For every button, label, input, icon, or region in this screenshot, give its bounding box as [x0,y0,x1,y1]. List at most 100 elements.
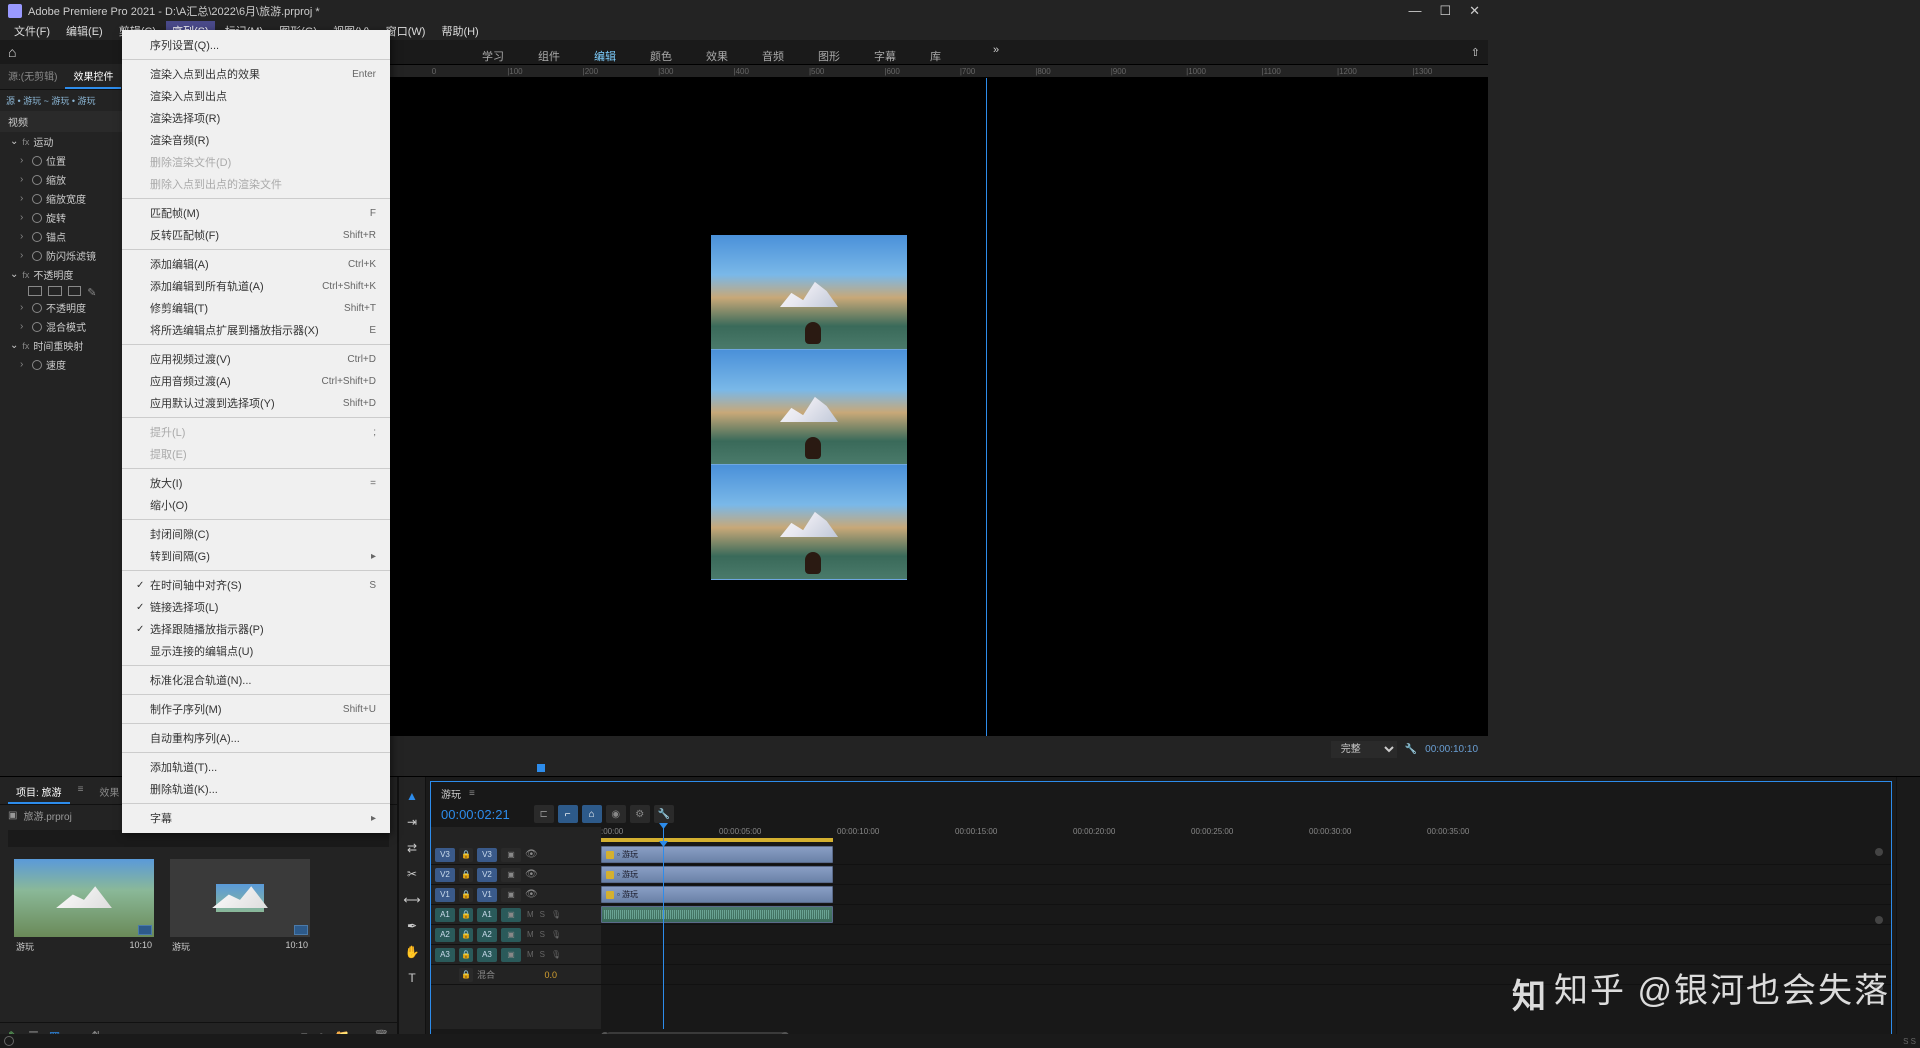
clip-V3[interactable]: ▫ 游玩 [601,846,833,863]
menu-item[interactable]: 将所选编辑点扩展到播放指示器(X)E [122,319,390,341]
video-frame-1 [711,235,907,350]
sequence-tab[interactable]: 游玩 [441,786,461,801]
fx-group-2[interactable]: ⌄fx 时间重映射 [0,336,129,355]
magnet-icon[interactable]: ⌐ [558,805,578,823]
menu-item[interactable]: 反转匹配帧(F)Shift+R [122,224,390,246]
project-item-1[interactable]: 游玩10:10 [170,859,310,956]
audio-clip-A1[interactable] [601,906,833,923]
menu-item[interactable]: 字幕▸ [122,807,390,829]
menu-item[interactable]: ✓选择跟随播放指示器(P) [122,618,390,640]
menu-item: 提升(L); [122,421,390,443]
menu-item[interactable]: 应用音频过渡(A)Ctrl+Shift+D [122,370,390,392]
project-panel-menu-icon[interactable]: ≡ [70,781,92,804]
sequence-menu-dropdown: 序列设置(Q)... 渲染入点到出点的效果Enter渲染入点到出点渲染选择项(R)… [122,30,390,833]
source-tab-1[interactable]: 效果控件 [65,64,121,89]
video-track-V3[interactable]: ▫ 游玩 [601,845,1891,865]
audio-track-A3[interactable] [601,945,1891,965]
audio-track-A2[interactable] [601,925,1891,945]
audio-track-header-A3[interactable]: A3🔒A3▣MS🎙 [431,945,601,965]
type-tool-icon[interactable]: T [403,969,421,987]
menu-item[interactable]: ✓链接选择项(L) [122,596,390,618]
audio-meters [1896,777,1920,1048]
link-icon[interactable]: ⌂ [582,805,602,823]
menu-item[interactable]: 删除轨道(K)... [122,778,390,800]
video-track-header-V2[interactable]: V2🔒V2▣👁 [431,865,601,885]
menu-item[interactable]: 显示连接的编辑点(U) [122,640,390,662]
minimize-button[interactable]: — [1408,3,1421,19]
menu-item[interactable]: 添加编辑到所有轨道(A)Ctrl+Shift+K [122,275,390,297]
menu-item[interactable]: 标准化混合轨道(N)... [122,669,390,691]
video-section-label: 视频 [0,111,129,132]
video-track-V1[interactable]: ▫ 游玩 [601,885,1891,905]
menu-item[interactable]: 转到间隔(G)▸ [122,545,390,567]
maximize-button[interactable]: ☐ [1439,3,1451,19]
fx-2-0[interactable]: › 速度 [0,355,129,374]
menu-item[interactable]: 渲染入点到出点的效果Enter [122,63,390,85]
fx-group-1[interactable]: ⌄fx 不透明度 [0,265,129,284]
video-track-header-V3[interactable]: V3🔒V3▣👁 [431,845,601,865]
menu-item[interactable]: 匹配帧(M)F [122,202,390,224]
razor-tool-icon[interactable]: ✂ [403,865,421,883]
audio-track-header-A1[interactable]: A1🔒A1▣MS🎙 [431,905,601,925]
menu-item[interactable]: 渲染音频(R) [122,129,390,151]
mix-track-header[interactable]: 🔒混合0.0 [431,965,601,985]
timeline-timecode[interactable]: 00:00:02:21 [441,807,510,822]
fx-0-1[interactable]: › 缩放 [0,170,129,189]
work-area-bar[interactable] [601,838,833,842]
fx-0-4[interactable]: › 锚点 [0,227,129,246]
fx-1-0[interactable]: › 不透明度 [0,298,129,317]
menu-1[interactable]: 编辑(E) [60,21,109,41]
settings-icon[interactable]: 🔧 [1405,744,1417,755]
menu-item[interactable]: 添加编辑(A)Ctrl+K [122,253,390,275]
menu-item[interactable]: 渲染入点到出点 [122,85,390,107]
menu-0[interactable]: 文件(F) [8,21,56,41]
close-button[interactable]: ✕ [1469,3,1480,19]
pen-tool-icon[interactable]: ✒ [403,917,421,935]
window-title: Adobe Premiere Pro 2021 - D:\A汇总\2022\6月… [28,3,320,19]
audio-track-A1[interactable] [601,905,1891,925]
home-icon[interactable]: ⌂ [8,44,16,60]
menu-item[interactable]: 修剪编辑(T)Shift+T [122,297,390,319]
marker-icon[interactable]: ◉ [606,805,626,823]
wrench-tool-icon[interactable]: 🔧 [654,805,674,823]
menu-8[interactable]: 帮助(H) [435,21,484,41]
share-icon[interactable]: ⇧ [1471,46,1480,59]
project-tab-0[interactable]: 项目: 旅游 [8,781,70,804]
menu-item[interactable]: 缩小(O) [122,494,390,516]
snap-icon[interactable]: ⊏ [534,805,554,823]
audio-track-header-A2[interactable]: A2🔒A2▣MS🎙 [431,925,601,945]
menu-item[interactable]: 自动重构序列(A)... [122,727,390,749]
menu-item[interactable]: 应用默认过渡到选择项(Y)Shift+D [122,392,390,414]
clip-V1[interactable]: ▫ 游玩 [601,886,833,903]
menu-item[interactable]: 添加轨道(T)... [122,756,390,778]
selection-tool-icon[interactable]: ▲ [403,787,421,805]
menu-item[interactable]: 序列设置(Q)... [122,34,390,56]
video-track-header-V1[interactable]: V1🔒V1▣👁 [431,885,601,905]
opacity-mask-icons[interactable]: ✎ [0,284,129,298]
fx-0-0[interactable]: › 位置 [0,151,129,170]
timeline-playhead-line [663,845,664,1029]
video-frame-2 [711,350,907,465]
video-track-V2[interactable]: ▫ 游玩 [601,865,1891,885]
sequence-menu-icon[interactable]: ≡ [469,788,475,799]
settings-tool-icon[interactable]: ⚙ [630,805,650,823]
menu-item[interactable]: 应用视频过渡(V)Ctrl+D [122,348,390,370]
clip-V2[interactable]: ▫ 游玩 [601,866,833,883]
resolution-select[interactable]: 完整 [1331,741,1397,758]
ripple-tool-icon[interactable]: ⇄ [403,839,421,857]
fx-1-1[interactable]: › 混合模式 [0,317,129,336]
menu-item[interactable]: 渲染选择项(R) [122,107,390,129]
hand-tool-icon[interactable]: ✋ [403,943,421,961]
source-tab-0[interactable]: 源:(无剪辑) [0,64,65,89]
fx-0-5[interactable]: › 防闪烁滤镜 [0,246,129,265]
slip-tool-icon[interactable]: ⟷ [403,891,421,909]
menu-item[interactable]: ✓在时间轴中对齐(S)S [122,574,390,596]
menu-item[interactable]: 放大(I)= [122,472,390,494]
menu-item[interactable]: 封闭间隙(C) [122,523,390,545]
project-item-0[interactable]: 游玩10:10 [14,859,154,956]
track-select-tool-icon[interactable]: ⇥ [403,813,421,831]
fx-0-3[interactable]: › 旋转 [0,208,129,227]
fx-0-2[interactable]: › 缩放宽度 [0,189,129,208]
menu-item[interactable]: 制作子序列(M)Shift+U [122,698,390,720]
fx-group-0[interactable]: ⌄fx 运动 [0,132,129,151]
